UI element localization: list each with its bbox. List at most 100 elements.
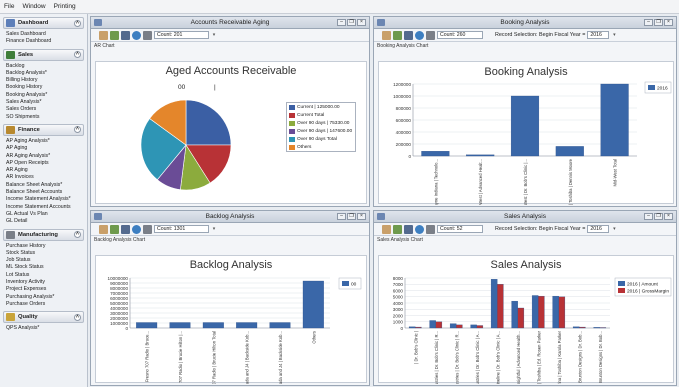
sidebar-item[interactable]: Purchase History	[0, 243, 87, 250]
bar	[415, 326, 422, 329]
count-field[interactable]: Count: 52	[437, 225, 483, 233]
sidebar-item[interactable]: Backlog	[0, 63, 87, 70]
close-icon[interactable]: ×	[664, 213, 673, 220]
fiscal-year-select[interactable]: 2016	[587, 225, 610, 233]
sidebar-item[interactable]: Purchase Orders	[0, 301, 87, 308]
minimize-icon[interactable]: –	[644, 19, 653, 26]
sidebar-item[interactable]: Inventory Activity	[0, 279, 87, 286]
sidebar-item[interactable]: GL Detail	[0, 218, 87, 225]
count-field[interactable]: Count: 260	[437, 31, 483, 39]
sidebar-item[interactable]: GL Actual Vs Plan	[0, 211, 87, 218]
export-icon[interactable]	[110, 30, 119, 40]
sidebar-item[interactable]: Balance Sheet Accounts	[0, 189, 87, 196]
count-field[interactable]: Count: 201	[154, 31, 209, 39]
menu-window[interactable]: Window	[22, 3, 45, 10]
sidebar-item[interactable]: SO Shipments	[0, 114, 87, 121]
chevron-up-icon[interactable]: ˄	[74, 231, 81, 239]
save-icon[interactable]	[404, 224, 413, 234]
globe-icon[interactable]	[132, 30, 141, 40]
chevron-up-icon[interactable]: ˄	[74, 313, 81, 321]
fiscal-year-select[interactable]: 2016	[587, 31, 610, 39]
minimize-icon[interactable]: –	[337, 19, 346, 26]
section-header-4[interactable]: Quality ˄	[3, 311, 84, 324]
x-tick-label: Insightful | Advanced Health...	[516, 331, 521, 384]
save-icon[interactable]	[121, 30, 130, 40]
ar-aging-titlebar[interactable]: Accounts Receivable Aging – ❐ ×	[91, 17, 369, 29]
sidebar-item[interactable]: AP Open Receipts	[0, 160, 87, 167]
restore-icon[interactable]: ❐	[654, 19, 663, 26]
sidebar-item[interactable]: Income Statement Accounts	[0, 204, 87, 211]
chevron-down-icon[interactable]: ▾	[211, 31, 217, 39]
globe-icon[interactable]	[415, 224, 424, 234]
edit-icon[interactable]	[99, 224, 108, 234]
chevron-down-icon[interactable]: ▾	[211, 225, 217, 233]
globe-icon[interactable]	[415, 30, 424, 40]
sidebar-item[interactable]: AP Aging Analysis*	[0, 138, 87, 145]
sidebar-item[interactable]: Sales Dashboard	[0, 31, 87, 38]
sidebar-item[interactable]: Purchasing Analysis*	[0, 294, 87, 301]
sidebar-item[interactable]: AR Aging	[0, 167, 87, 174]
sidebar-item[interactable]: AR Invoices	[0, 174, 87, 181]
sidebar-item[interactable]: Sales Orders	[0, 106, 87, 113]
sidebar-item[interactable]: Stock Status	[0, 250, 87, 257]
section-header-0[interactable]: Dashboard ˄	[3, 17, 84, 29]
restore-icon[interactable]: ❐	[347, 19, 356, 26]
edit-icon[interactable]	[382, 30, 391, 40]
edit-icon[interactable]	[382, 224, 391, 234]
settings-icon[interactable]	[143, 30, 152, 40]
sidebar-item[interactable]: Booking History	[0, 84, 87, 91]
sidebar-item[interactable]: Job Status	[0, 257, 87, 264]
section-header-3[interactable]: Manufacturing ˄	[3, 228, 84, 241]
settings-icon[interactable]	[426, 224, 435, 234]
chevron-down-icon[interactable]: ▾	[611, 225, 617, 233]
chevron-up-icon[interactable]: ˄	[74, 19, 81, 27]
legend-swatch	[289, 112, 295, 118]
settings-icon[interactable]	[143, 224, 152, 234]
x-tick-label: Paul Brunton Designs | Dr. Bob...	[598, 331, 603, 384]
edit-icon[interactable]	[99, 30, 108, 40]
sidebar-item[interactable]: Finance Dashboard	[0, 38, 87, 45]
sidebar-item[interactable]: ML Stock Status	[0, 264, 87, 271]
chevron-down-icon[interactable]: ▾	[611, 31, 617, 39]
y-tick-label: 9000000	[110, 281, 128, 286]
sidebar-item[interactable]: AP Aging	[0, 145, 87, 152]
close-icon[interactable]: ×	[357, 19, 366, 26]
sidebar-item[interactable]: Backlog Analysis*	[0, 70, 87, 77]
chevron-up-icon[interactable]: ˄	[74, 51, 81, 59]
menu-printing[interactable]: Printing	[54, 3, 76, 10]
sidebar-item[interactable]: Billing History	[0, 77, 87, 84]
sidebar-item[interactable]: Income Statement Analysis*	[0, 196, 87, 203]
restore-icon[interactable]: ❐	[347, 213, 356, 220]
chevron-up-icon[interactable]: ˄	[74, 126, 81, 134]
restore-icon[interactable]: ❐	[654, 213, 663, 220]
minimize-icon[interactable]: –	[337, 213, 346, 220]
section-title: Manufacturing	[18, 231, 58, 238]
export-icon[interactable]	[110, 224, 119, 234]
section-header-1[interactable]: Sales ˄	[3, 48, 84, 61]
count-field[interactable]: Count: 1301	[154, 225, 209, 233]
app-icon	[377, 19, 385, 26]
save-icon[interactable]	[404, 30, 413, 40]
export-icon[interactable]	[393, 30, 402, 40]
sidebar-item[interactable]: Balance Sheet Analysis*	[0, 182, 87, 189]
menu-file[interactable]: File	[4, 3, 14, 10]
backlog-titlebar[interactable]: Backlog Analysis – ❐ ×	[91, 211, 369, 223]
sidebar-item[interactable]: AR Aging Analysis*	[0, 153, 87, 160]
x-tick-label: Others	[311, 331, 316, 344]
globe-icon[interactable]	[132, 224, 141, 234]
settings-icon[interactable]	[426, 30, 435, 40]
sidebar-item[interactable]: Lot Status	[0, 272, 87, 279]
close-icon[interactable]: ×	[357, 213, 366, 220]
sidebar-item[interactable]: Booking Analysis*	[0, 92, 87, 99]
minimize-icon[interactable]: –	[644, 213, 653, 220]
sales-titlebar[interactable]: Sales Analysis – ❐ ×	[374, 211, 676, 223]
sidebar-item[interactable]: Project Expenses	[0, 286, 87, 293]
section-header-2[interactable]: Finance ˄	[3, 123, 84, 136]
close-icon[interactable]: ×	[664, 19, 673, 26]
save-icon[interactable]	[121, 224, 130, 234]
sidebar-item[interactable]: Sales Analysis*	[0, 99, 87, 106]
sidebar-item[interactable]: QPS Analysis*	[0, 325, 87, 332]
booking-titlebar[interactable]: Booking Analysis – ❐ ×	[374, 17, 676, 29]
x-tick-label: Mid-West | Toshiba | Dennis Moore	[568, 158, 573, 205]
export-icon[interactable]	[393, 224, 402, 234]
